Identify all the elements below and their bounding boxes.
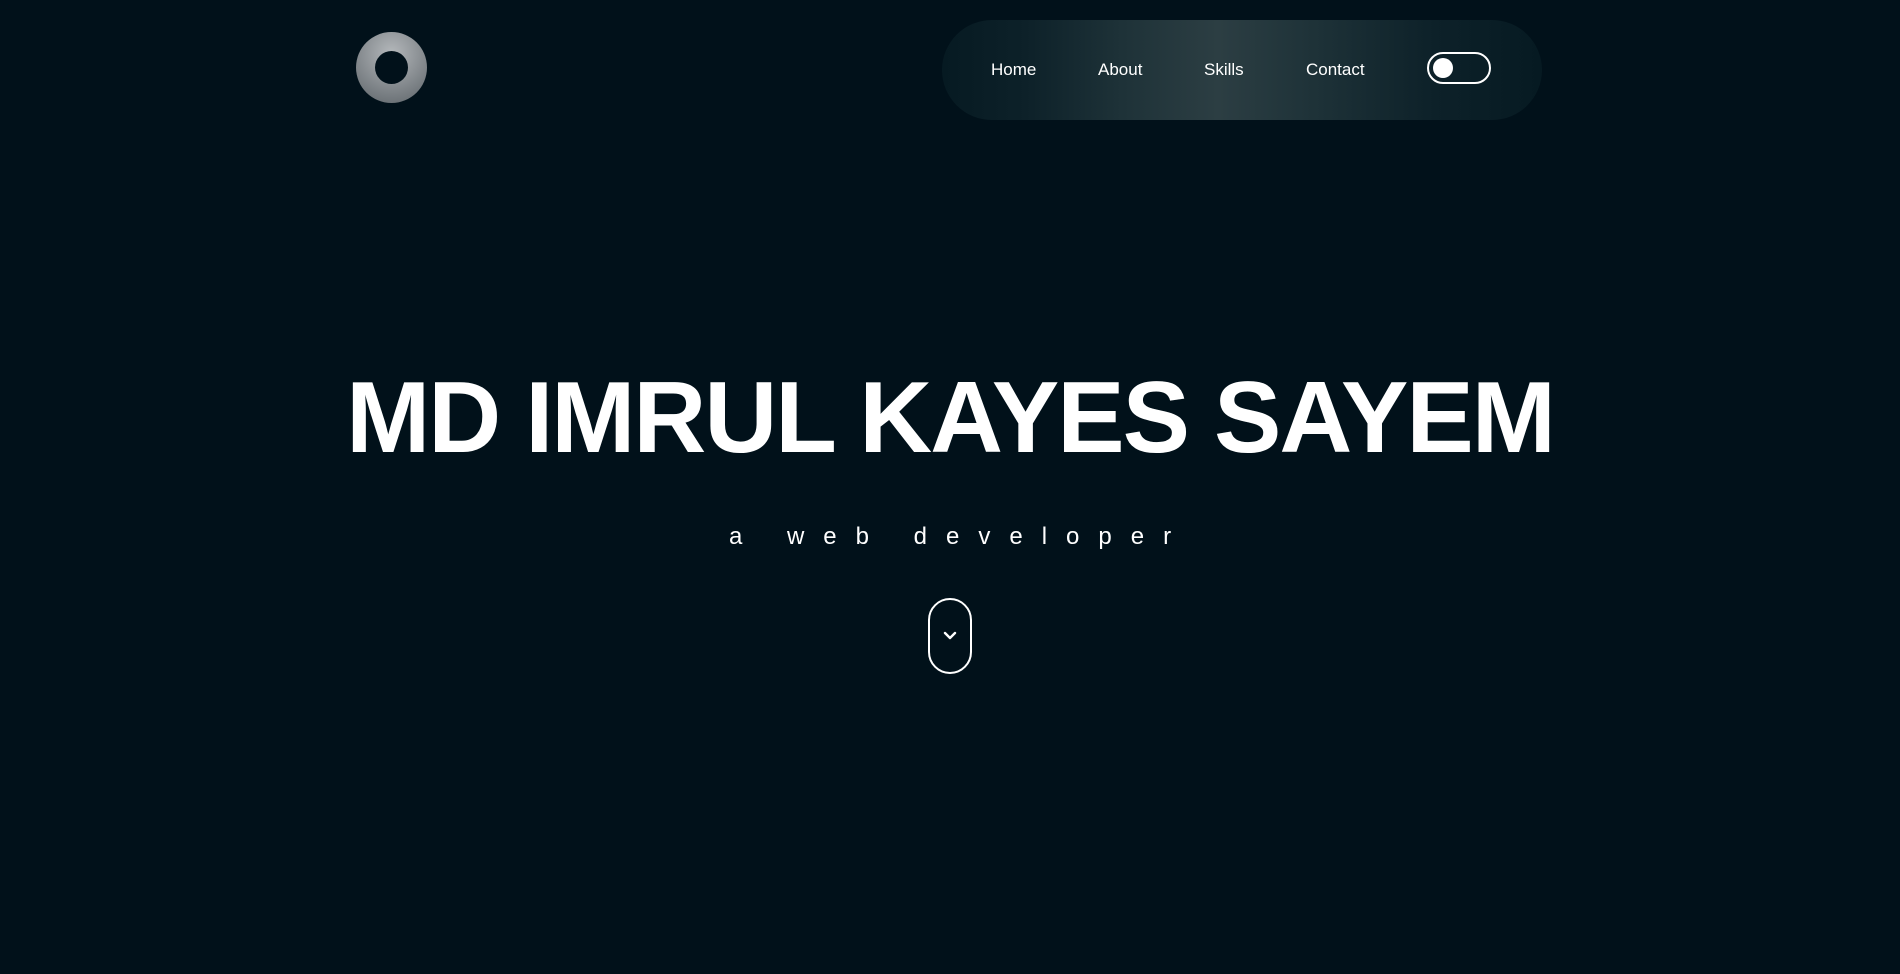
page: Home About Skills Contact MD IMRUL KAYES… <box>0 0 1900 974</box>
nav-link-contact[interactable]: Contact <box>1306 60 1365 80</box>
chevron-down-icon <box>943 631 957 640</box>
nav-link-skills[interactable]: Skills <box>1204 60 1244 80</box>
scroll-down-button[interactable] <box>928 598 972 674</box>
nav-link-home[interactable]: Home <box>991 60 1036 80</box>
toggle-knob <box>1433 58 1453 78</box>
ring-logo-icon[interactable] <box>356 32 427 103</box>
nav-link-about[interactable]: About <box>1098 60 1142 80</box>
hero-title: MD IMRUL KAYES SAYEM <box>346 362 1556 474</box>
logo-center <box>375 51 408 84</box>
hero-subtitle: a web developer <box>728 523 1191 550</box>
theme-toggle[interactable] <box>1427 52 1491 84</box>
navbar: Home About Skills Contact <box>942 20 1542 120</box>
